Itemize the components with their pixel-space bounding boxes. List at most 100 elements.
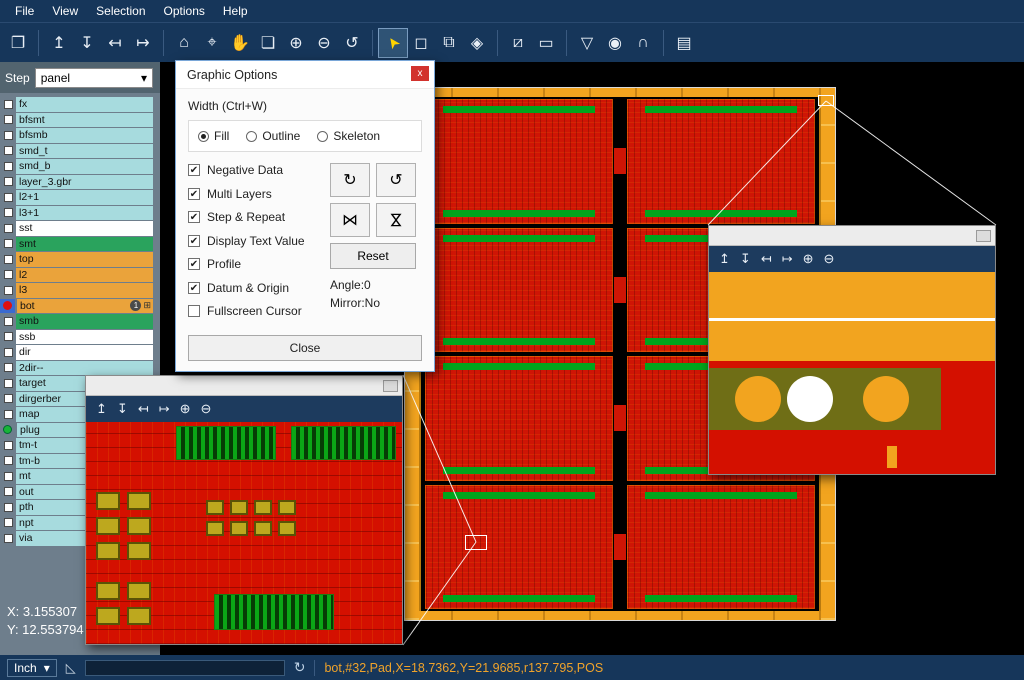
layer-visibility-checkbox[interactable] xyxy=(4,177,13,186)
radio-outline[interactable]: Outline xyxy=(246,129,300,143)
zoom-area-icon[interactable]: ⌖ xyxy=(198,29,226,57)
layer-row-bot[interactable]: bot1⊞ xyxy=(0,299,160,314)
layer-visibility-checkbox[interactable] xyxy=(4,146,13,155)
zoom-in-icon[interactable]: ⊕ xyxy=(180,401,191,417)
filter-icon[interactable]: ▽ xyxy=(573,29,601,57)
layer-row-ssb[interactable]: ssb xyxy=(0,330,160,345)
command-input[interactable] xyxy=(85,660,285,676)
layer-row-l3[interactable]: l3 xyxy=(0,283,160,298)
layer-visibility-checkbox[interactable] xyxy=(4,332,13,341)
report-icon[interactable]: ▤ xyxy=(670,29,698,57)
checkbox-negative-data[interactable]: ✔Negative Data xyxy=(188,163,330,177)
view-options-icon[interactable]: ◉ xyxy=(601,29,629,57)
import-top-icon[interactable]: ↥ xyxy=(719,251,730,267)
layer-visibility-checkbox[interactable] xyxy=(4,224,13,233)
rotate-ccw-button[interactable]: ↺ xyxy=(376,163,416,197)
layer-visibility-checkbox[interactable] xyxy=(4,441,13,450)
import-top-icon[interactable]: ↥ xyxy=(45,29,73,57)
checkbox-profile[interactable]: ✔Profile xyxy=(188,257,330,271)
layer-row-bfsmb[interactable]: bfsmb xyxy=(0,128,160,143)
window-minimize-button[interactable] xyxy=(976,230,991,242)
layer-visibility-checkbox[interactable] xyxy=(4,348,13,357)
shift-left-icon[interactable]: ↤ xyxy=(138,401,149,417)
zoom-out-icon[interactable]: ⊖ xyxy=(824,251,835,267)
layer-row-smd_t[interactable]: smd_t xyxy=(0,144,160,159)
import-bottom-icon[interactable]: ↧ xyxy=(740,251,751,267)
layer-row-dir[interactable]: dir xyxy=(0,345,160,360)
home-icon[interactable]: ⌂ xyxy=(170,29,198,57)
layer-visibility-checkbox[interactable] xyxy=(4,379,13,388)
menu-item-view[interactable]: View xyxy=(43,1,87,21)
zoom-out-icon[interactable]: ⊖ xyxy=(201,401,212,417)
refresh-icon[interactable]: ↻ xyxy=(294,659,306,676)
step-select[interactable]: panel ▾ xyxy=(35,68,153,88)
layer-row-smd_b[interactable]: smd_b xyxy=(0,159,160,174)
import-top-icon[interactable]: ↥ xyxy=(96,401,107,417)
shift-right-icon[interactable]: ↦ xyxy=(129,29,157,57)
flip-board-icon[interactable]: ❏ xyxy=(254,29,282,57)
layer-visibility-checkbox[interactable] xyxy=(4,100,13,109)
layer-row-l2[interactable]: l2 xyxy=(0,268,160,283)
layer-visibility-checkbox[interactable] xyxy=(4,363,13,372)
select-cursor-icon[interactable]: ➤ xyxy=(379,29,407,57)
open-file-icon[interactable]: ❐ xyxy=(4,29,32,57)
layer-visibility-checkbox[interactable] xyxy=(4,270,13,279)
swap-compare-icon[interactable]: ◈ xyxy=(463,29,491,57)
layer-row-l3+1[interactable]: l3+1 xyxy=(0,206,160,221)
checkbox-fullscreen-cursor[interactable]: Fullscreen Cursor xyxy=(188,304,330,318)
layer-visibility-checkbox[interactable] xyxy=(4,534,13,543)
zoom-in-icon[interactable]: ⊕ xyxy=(803,251,814,267)
layer-row-bfsmt[interactable]: bfsmt xyxy=(0,113,160,128)
checkbox-multi-layers[interactable]: ✔Multi Layers xyxy=(188,187,330,201)
layer-row-smt[interactable]: smt xyxy=(0,237,160,252)
import-bottom-icon[interactable]: ↧ xyxy=(117,401,128,417)
popup-detail-view[interactable] xyxy=(709,272,995,474)
layer-row-l2+1[interactable]: l2+1 xyxy=(0,190,160,205)
layer-row-top[interactable]: top xyxy=(0,252,160,267)
window-minimize-button[interactable] xyxy=(383,380,398,392)
layer-row-layer_3.gbr[interactable]: layer_3.gbr xyxy=(0,175,160,190)
rect-select-icon[interactable]: ◻ xyxy=(407,29,435,57)
layer-row-sst[interactable]: sst xyxy=(0,221,160,236)
layer-row-2dir--[interactable]: 2dir-- xyxy=(0,361,160,376)
reset-button[interactable]: Reset xyxy=(330,243,416,269)
shift-left-icon[interactable]: ↤ xyxy=(101,29,129,57)
close-button[interactable]: Close xyxy=(188,335,422,361)
popup-detail-view[interactable] xyxy=(86,422,402,644)
checkbox-step-repeat[interactable]: ✔Step & Repeat xyxy=(188,210,330,224)
popup-title-bar[interactable] xyxy=(86,376,402,396)
shift-right-icon[interactable]: ↦ xyxy=(159,401,170,417)
unit-select[interactable]: Inch ▾ xyxy=(7,659,57,677)
poly-select-icon[interactable]: ⧉ xyxy=(435,29,463,57)
layer-visibility-checkbox[interactable] xyxy=(4,472,13,481)
layer-visibility-checkbox[interactable] xyxy=(4,410,13,419)
layer-visibility-checkbox[interactable] xyxy=(4,115,13,124)
close-icon[interactable]: x xyxy=(411,66,429,81)
rotate-cw-button[interactable]: ↻ xyxy=(330,163,370,197)
shift-left-icon[interactable]: ↤ xyxy=(761,251,772,267)
layer-visibility-checkbox[interactable] xyxy=(4,503,13,512)
radio-fill[interactable]: Fill xyxy=(198,129,229,143)
checkbox-datum-origin[interactable]: ✔Datum & Origin xyxy=(188,281,330,295)
layer-visibility-checkbox[interactable] xyxy=(4,208,13,217)
layer-visibility-checkbox[interactable] xyxy=(4,456,13,465)
layer-row-smb[interactable]: smb xyxy=(0,314,160,329)
pan-icon[interactable]: ✋ xyxy=(226,29,254,57)
menu-item-help[interactable]: Help xyxy=(214,1,257,21)
layer-visibility-checkbox[interactable] xyxy=(4,162,13,171)
ruler-icon[interactable]: ▭ xyxy=(532,29,560,57)
layer-row-fx[interactable]: fx xyxy=(0,97,160,112)
layer-visibility-checkbox[interactable] xyxy=(4,239,13,248)
layer-visibility-checkbox[interactable] xyxy=(4,317,13,326)
snap-icon[interactable]: ∩ xyxy=(629,29,657,57)
popup-title-bar[interactable] xyxy=(709,226,995,246)
layer-visibility-checkbox[interactable] xyxy=(4,255,13,264)
layer-visibility-checkbox[interactable] xyxy=(4,394,13,403)
layer-visibility-checkbox[interactable] xyxy=(4,193,13,202)
layer-visibility-checkbox[interactable] xyxy=(4,286,13,295)
mirror-vertical-button[interactable]: ⋈ xyxy=(376,203,416,237)
layer-visibility-checkbox[interactable] xyxy=(4,131,13,140)
layer-visibility-checkbox[interactable] xyxy=(4,518,13,527)
zoom-out-icon[interactable]: ⊖ xyxy=(310,29,338,57)
radio-skeleton[interactable]: Skeleton xyxy=(317,129,380,143)
